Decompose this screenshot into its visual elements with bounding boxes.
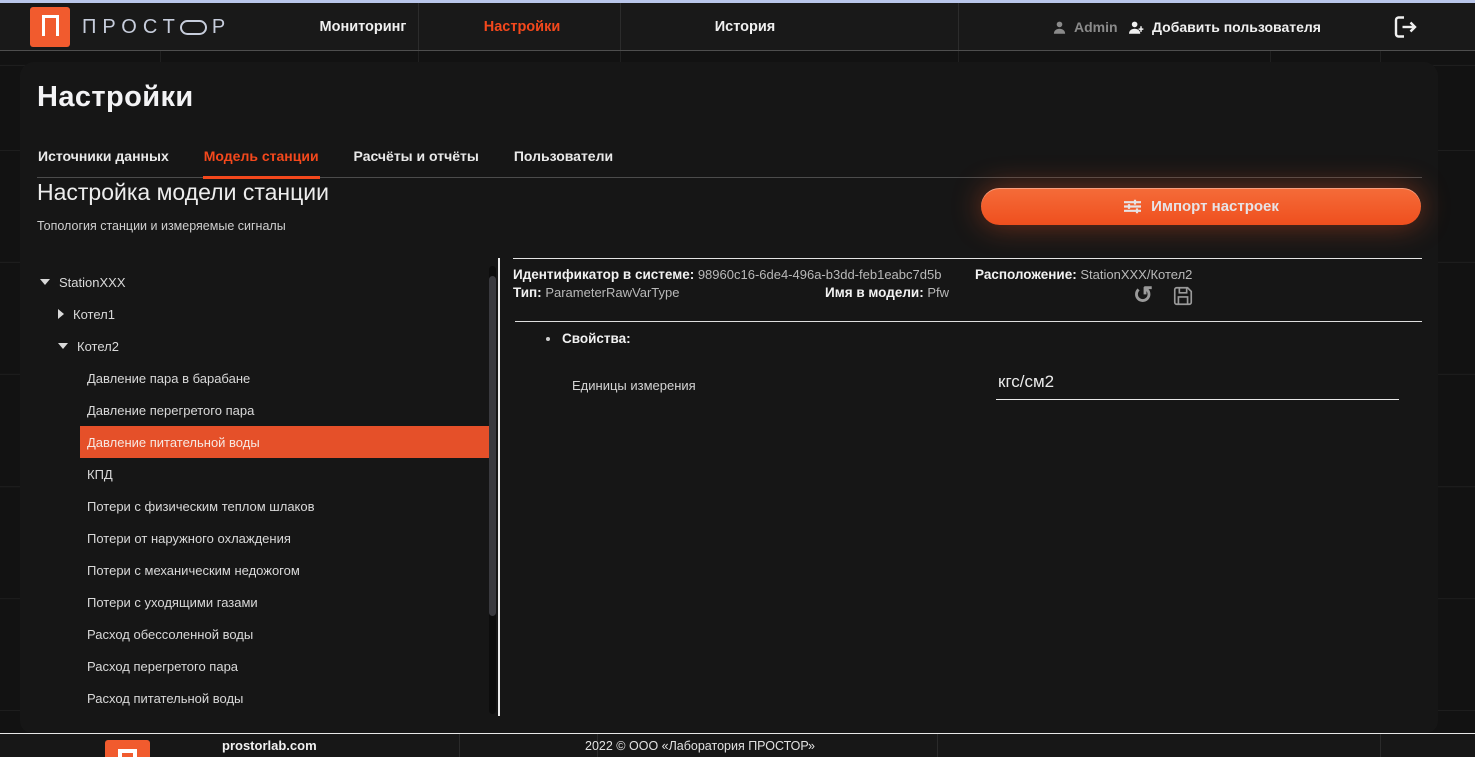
location-value: StationXXX/Котел2 [1080,267,1192,282]
navbar-separator [620,3,621,50]
settings-card: Настройки Источники данных Модель станци… [20,62,1438,733]
footer: prostorlab.com 2022 © ООО «Лаборатория П… [0,733,1475,757]
import-settings-label: Импорт настроек [1151,198,1279,215]
tree-node-boiler1[interactable]: Котел1 [37,298,492,330]
tree-scrollbar-track[interactable] [489,266,496,714]
model-name-value: Pfw [927,285,949,300]
footer-separator [459,734,460,757]
user-icon [1052,20,1067,35]
id-value: 98960c16-6de4-496a-b3dd-feb1eabc7d5b [698,267,942,282]
nav-item-history[interactable]: История [715,3,776,51]
navbar-separator [958,3,959,50]
bullet-icon [546,337,550,341]
settings-tabs: Источники данных Модель станции Расчёты … [37,138,1422,178]
footer-logo-icon [105,740,150,757]
add-user-button[interactable]: Добавить пользователя [1128,3,1321,51]
tree-node-station[interactable]: StationXXX [37,266,492,298]
tree-item[interactable]: Потери с уходящими газами [80,586,490,618]
model-name-label: Имя в модели: [825,285,924,300]
tree-item[interactable]: Давление перегретого пара [80,394,490,426]
tree-item[interactable]: Давление пара в барабане [80,362,490,394]
sliders-icon [1123,198,1142,215]
brand-wordmark: ПРОСТ Р [82,16,231,39]
tree-item[interactable]: Потери от наружного охлаждения [80,522,490,554]
tab-calculations-reports[interactable]: Расчёты и отчёты [353,138,480,177]
navbar-separator [418,3,419,50]
admin-label: Admin [1074,19,1118,35]
logout-button[interactable] [1392,3,1418,51]
tree-item[interactable]: Расход перегретого пара [80,650,490,682]
caret-down-icon [40,279,50,285]
undo-icon[interactable]: ↺ [1133,285,1153,307]
property-value-input[interactable] [996,368,1399,400]
add-user-label: Добавить пользователя [1152,19,1321,35]
nav-item-monitoring[interactable]: Мониторинг [320,3,407,51]
tab-data-sources[interactable]: Источники данных [37,138,170,177]
section-subtitle: Топология станции и измеряемые сигналы [37,219,286,233]
signal-details-panel: Идентификатор в системе: 98960c16-6de4-4… [513,258,1422,408]
footer-separator [937,734,938,757]
tree-node-label: Котел2 [77,339,119,354]
footer-separator [1380,734,1381,757]
top-accent-line [0,0,1475,3]
tree-node-boiler2[interactable]: Котел2 [37,330,492,362]
type-label: Тип: [513,285,542,300]
properties-label: Свойства: [562,331,631,346]
station-tree: StationXXX Котел1 Котел2 Давление пара в… [37,266,492,714]
brand-logo[interactable]: ПРОСТ Р [30,7,231,47]
page-title: Настройки [37,81,194,114]
nav-item-settings[interactable]: Настройки [484,3,561,51]
caret-right-icon [58,309,64,319]
caret-down-icon [58,343,68,349]
brand-o-pill-icon [180,20,207,35]
save-icon[interactable] [1172,285,1194,307]
brand-wordmark-end: Р [212,16,231,39]
type-value: ParameterRawVarType [545,285,679,300]
brand-wordmark-start: ПРОСТ [82,16,181,39]
footer-site-link[interactable]: prostorlab.com [222,738,317,753]
import-settings-button[interactable]: Импорт настроек [981,188,1421,225]
tab-station-model[interactable]: Модель станции [203,138,320,179]
tab-users[interactable]: Пользователи [513,138,614,177]
tree-item[interactable]: Потери с физическим теплом шлаков [80,490,490,522]
tree-node-label: Котел1 [73,307,115,322]
panel-divider [498,258,500,716]
add-user-icon [1128,20,1145,35]
id-label: Идентификатор в системе: [513,267,694,282]
tree-node-label: StationXXX [59,275,126,290]
tree-item[interactable]: КПД [80,458,490,490]
logout-icon [1392,15,1418,39]
brand-logo-icon [30,7,70,47]
location-label: Расположение: [975,267,1077,282]
section-title: Настройка модели станции [37,179,329,206]
tree-item-selected[interactable]: Давление питательной воды [80,426,490,458]
footer-copyright: 2022 © ООО «Лаборатория ПРОСТОР» [585,739,815,753]
tree-item[interactable]: Расход питательной воды [80,682,490,714]
property-name-label: Единицы измерения [572,378,696,393]
admin-user[interactable]: Admin [1052,3,1118,51]
tree-item[interactable]: Потери с механическим недожогом [80,554,490,586]
tree-scrollbar-thumb[interactable] [489,276,496,616]
tree-item[interactable]: Расход обессоленной воды [80,618,490,650]
top-navbar: ПРОСТ Р Мониторинг Настройки История Admi… [0,3,1475,51]
